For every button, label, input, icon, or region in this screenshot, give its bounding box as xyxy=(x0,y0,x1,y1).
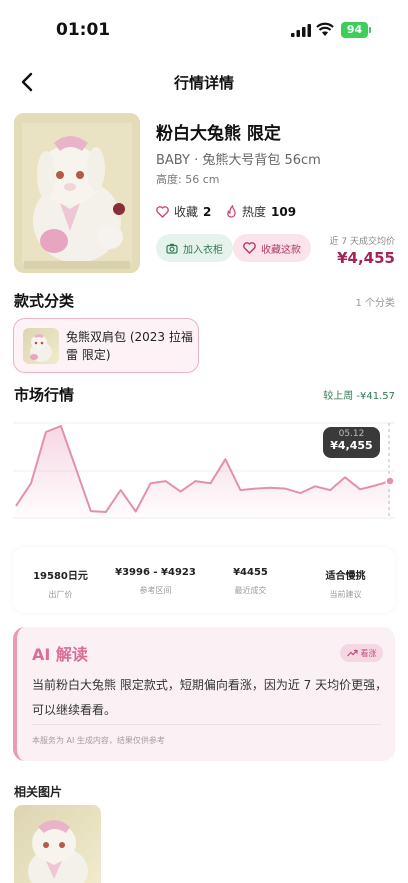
nav-bar: 行情详情 xyxy=(0,62,408,102)
divider xyxy=(32,724,381,725)
tooltip-value: ¥4,455 xyxy=(330,439,373,452)
summary-value: 19580日元 xyxy=(33,571,88,582)
add-wardrobe-button[interactable]: 加入衣柜 xyxy=(156,234,233,262)
avg-price-label: 近 7 天成交均价 xyxy=(329,237,395,247)
summary-item: ¥4455 最近成交 xyxy=(203,567,298,596)
page-title: 行情详情 xyxy=(173,74,234,92)
battery-tip xyxy=(369,27,371,33)
trend-up-icon xyxy=(346,649,358,657)
summary-value: ¥4455 xyxy=(233,567,268,578)
chart-point xyxy=(385,476,395,486)
ai-trend-tag: 看涨 xyxy=(340,644,383,662)
style-name: 兔熊双肩包 (2023 拉福雷 限定) xyxy=(66,330,193,362)
chart-tooltip: 05.12 ¥4,455 xyxy=(323,427,380,458)
avg-price-value: ¥4,455 xyxy=(337,249,395,267)
favorites-label: 收藏 xyxy=(174,205,199,219)
heart-icon xyxy=(243,242,256,254)
ai-tag-label: 看涨 xyxy=(360,648,377,658)
favorites-count: 2 xyxy=(203,204,212,219)
styles-count: 1 个分类 xyxy=(355,298,395,309)
summary-label: 当前建议 xyxy=(329,590,362,599)
summary-value: ¥3996 - ¥4923 xyxy=(115,567,196,578)
ai-disclaimer: 本服务为 AI 生成内容，结果仅供参考 xyxy=(32,736,165,745)
product-title: 粉白大兔熊 限定 xyxy=(156,124,281,144)
summary-item: ¥3996 - ¥4923 参考区间 xyxy=(108,567,203,596)
status-bar: 01:01 94 xyxy=(0,0,408,56)
summary-label: 最近成交 xyxy=(234,586,267,595)
summary-label: 出厂价 xyxy=(48,590,73,599)
product-height: 高度: 56 cm xyxy=(156,173,220,186)
market-summary: 19580日元 出厂价 ¥3996 - ¥4923 参考区间 ¥4455 最近成… xyxy=(13,547,395,613)
summary-item: 适合慢挑 当前建议 xyxy=(298,567,393,600)
tooltip-date: 05.12 xyxy=(338,429,365,439)
ai-text: 当前粉白大兔熊 限定款式，短期偏向看涨，因为近 7 天均价更强，可以继续看看。 xyxy=(32,678,388,717)
summary-label: 参考区间 xyxy=(139,586,172,595)
favorite-style-button[interactable]: 收藏这款 xyxy=(233,234,311,262)
battery-icon: 94 xyxy=(341,22,368,38)
ai-title: AI 解读 xyxy=(32,645,88,664)
heart-icon xyxy=(156,205,169,218)
favorites-stat: 收藏 2 xyxy=(156,203,211,220)
ai-analysis-card: AI 解读 看涨 当前粉白大兔熊 限定款式，短期偏向看涨，因为近 7 天均价更强… xyxy=(13,627,395,761)
camera-icon xyxy=(166,243,178,254)
market-section-title: 市场行情 xyxy=(14,386,75,404)
market-change: 较上周 -¥41.57 xyxy=(323,391,395,402)
heat-label: 热度 xyxy=(242,205,267,219)
style-thumbnail xyxy=(23,328,59,364)
status-time: 01:01 xyxy=(56,20,111,40)
styles-section-title: 款式分类 xyxy=(14,292,75,310)
wifi-icon xyxy=(316,22,334,36)
summary-item: 19580日元 出厂价 xyxy=(13,567,108,600)
summary-value: 适合慢挑 xyxy=(325,571,366,582)
product-subtitle: BABY · 兔熊大号背包 56cm xyxy=(156,153,321,168)
related-section-title: 相关图片 xyxy=(14,785,63,799)
product-image[interactable] xyxy=(14,113,140,273)
add-wardrobe-label: 加入衣柜 xyxy=(183,244,223,256)
heat-stat: 热度 109 xyxy=(226,203,296,220)
signal-icon xyxy=(291,24,311,37)
flame-icon xyxy=(227,205,236,218)
related-image[interactable] xyxy=(14,805,101,883)
favorite-style-label: 收藏这款 xyxy=(261,244,301,256)
heat-count: 109 xyxy=(271,204,297,219)
style-card[interactable]: 兔熊双肩包 (2023 拉福雷 限定) xyxy=(13,318,199,373)
